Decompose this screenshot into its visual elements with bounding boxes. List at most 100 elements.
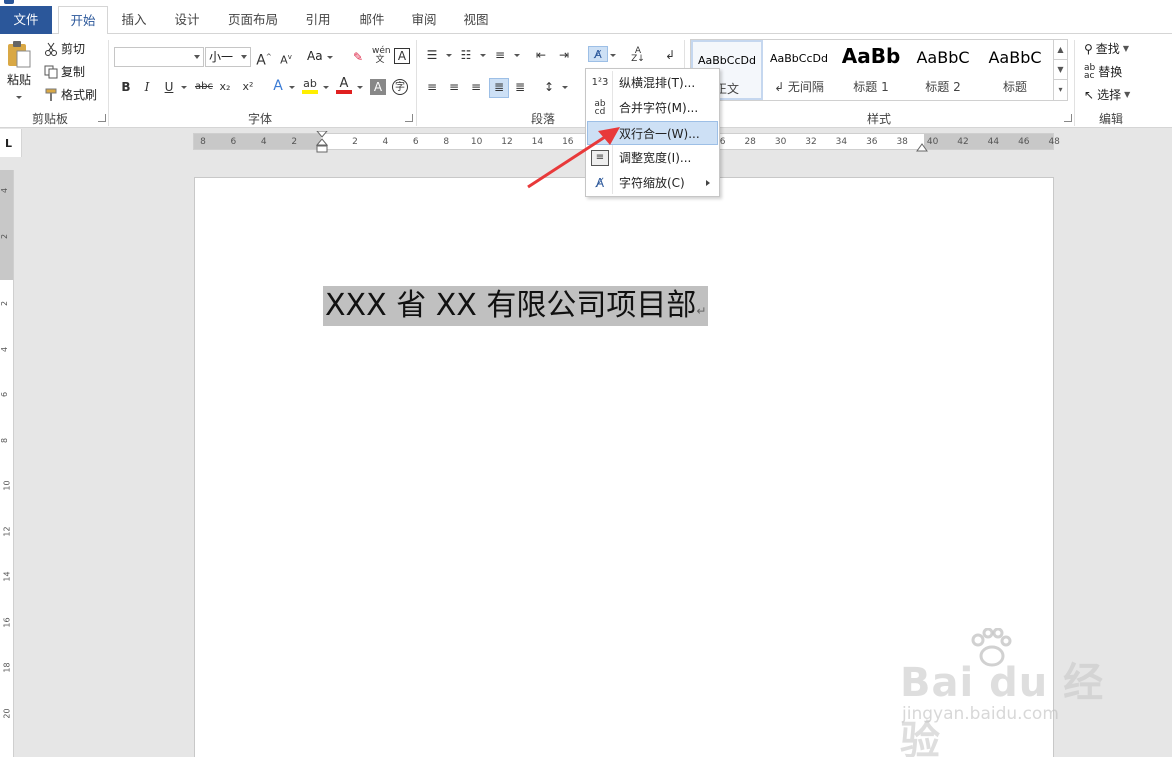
watermark-url: jingyan.baidu.com bbox=[902, 704, 1059, 724]
tab-home[interactable]: 开始 bbox=[58, 6, 108, 35]
style-tile[interactable]: AaBb 标题 1 bbox=[835, 40, 907, 100]
copy-label: 复制 bbox=[61, 65, 86, 79]
tab-file[interactable]: 文件 bbox=[0, 6, 52, 34]
numbering-dropdown-icon[interactable] bbox=[480, 54, 486, 57]
style-name: ↲ 无间隔 bbox=[774, 80, 824, 94]
font-color-dropdown-icon[interactable] bbox=[357, 86, 363, 89]
align-center-icon[interactable]: ≡ bbox=[446, 79, 462, 95]
enclose-characters-icon[interactable]: 字 bbox=[392, 79, 408, 95]
vertical-horizontal-icon: 1²3 bbox=[591, 77, 609, 88]
find-button[interactable]: ⚲ 查找 ▼ bbox=[1084, 40, 1129, 57]
ruler-tick: 48 bbox=[1048, 137, 1060, 147]
bold-button[interactable]: B bbox=[118, 79, 134, 95]
align-right-icon[interactable]: ≡ bbox=[468, 79, 484, 95]
font-size-combo[interactable]: 小一 bbox=[205, 47, 251, 67]
line-spacing-icon[interactable]: ↕ bbox=[541, 79, 557, 95]
tab-page-layout[interactable]: 页面布局 bbox=[222, 6, 284, 34]
distributed-icon[interactable]: ≣ bbox=[512, 79, 528, 95]
text-effects-dropdown-icon[interactable] bbox=[289, 86, 295, 89]
bullets-icon[interactable]: ☰ bbox=[424, 47, 440, 63]
ruler-tick: 18 bbox=[2, 662, 12, 673]
align-left-icon[interactable]: ≡ bbox=[424, 79, 440, 95]
more-styles-icon[interactable]: ▾ bbox=[1054, 80, 1067, 100]
style-sample: AaBbC bbox=[916, 48, 970, 67]
subscript-button[interactable]: x₂ bbox=[217, 79, 233, 95]
ruler-tick: 2 bbox=[291, 137, 298, 147]
phonetic-guide-icon[interactable]: wén 文 bbox=[372, 47, 391, 65]
asian-layout-button[interactable]: A̸ bbox=[588, 46, 608, 62]
tab-review[interactable]: 审阅 bbox=[402, 6, 446, 34]
sort-icon[interactable]: A Z↓ bbox=[630, 47, 646, 64]
bullets-dropdown-icon[interactable] bbox=[446, 54, 452, 57]
underline-button[interactable]: U bbox=[161, 79, 177, 95]
highlight-color-icon[interactable]: ab bbox=[302, 78, 318, 94]
justify-icon[interactable]: ≣ bbox=[489, 78, 509, 98]
ruler-tick: 30 bbox=[774, 137, 787, 147]
paragraph-mark: ↵ bbox=[696, 304, 707, 318]
underline-dropdown-icon[interactable] bbox=[181, 86, 187, 89]
select-label: 选择 bbox=[1097, 88, 1122, 102]
character-shading-icon[interactable]: A bbox=[370, 79, 386, 95]
superscript-button[interactable]: x² bbox=[240, 79, 256, 95]
binoculars-icon: ⚲ bbox=[1084, 41, 1093, 56]
decrease-indent-icon[interactable]: ⇤ bbox=[533, 47, 549, 63]
tab-view[interactable]: 视图 bbox=[454, 6, 498, 34]
increase-indent-icon[interactable]: ⇥ bbox=[556, 47, 572, 63]
clipboard-launcher-icon[interactable] bbox=[98, 114, 106, 122]
clear-formatting-icon[interactable]: ✎ bbox=[350, 49, 366, 65]
line-spacing-dropdown-icon[interactable] bbox=[562, 86, 568, 89]
italic-button[interactable]: I bbox=[139, 79, 155, 95]
copy-button[interactable]: 复制 bbox=[44, 63, 85, 80]
font-color-icon[interactable]: A bbox=[336, 77, 352, 94]
tab-design[interactable]: 设计 bbox=[164, 6, 210, 34]
top-margin-area bbox=[0, 170, 13, 280]
ruler-tick: 4 bbox=[260, 137, 267, 147]
indent-marker-icon[interactable] bbox=[316, 131, 328, 155]
scroll-up-icon[interactable]: ▲ bbox=[1054, 40, 1067, 60]
selected-text[interactable]: XXX 省 XX 有限公司项目部↵ bbox=[323, 286, 709, 326]
strikethrough-button[interactable]: abc bbox=[194, 79, 214, 95]
change-case-button[interactable]: Aa bbox=[307, 49, 323, 63]
vertical-ruler[interactable]: 4 2 2 4 6 8 10 12 14 16 18 20 bbox=[0, 170, 14, 757]
tab-selector[interactable]: L bbox=[0, 129, 22, 157]
annotation-arrow bbox=[527, 127, 620, 189]
replace-button[interactable]: ab ac 替换 bbox=[1084, 63, 1122, 80]
multilevel-list-icon[interactable]: ≡ bbox=[492, 47, 508, 63]
paste-button[interactable]: 粘贴 bbox=[6, 40, 32, 88]
character-border-icon[interactable]: A bbox=[394, 48, 410, 64]
style-tile[interactable]: AaBbCcDd ↲ 无间隔 bbox=[763, 40, 835, 100]
style-tile[interactable]: AaBbC 标题 2 bbox=[907, 40, 979, 100]
font-name-combo[interactable] bbox=[114, 47, 204, 67]
asian-layout-dropdown-icon[interactable] bbox=[610, 54, 616, 57]
ruler-tick: 6 bbox=[0, 391, 10, 398]
cut-button[interactable]: 剪切 bbox=[44, 40, 85, 57]
tab-references[interactable]: 引用 bbox=[296, 6, 340, 34]
styles-launcher-icon[interactable] bbox=[1064, 114, 1072, 122]
text-effects-icon[interactable]: A bbox=[270, 78, 286, 94]
font-launcher-icon[interactable] bbox=[405, 114, 413, 122]
select-button[interactable]: ↖ 选择 ▼ bbox=[1084, 86, 1130, 103]
change-case-dropdown-icon[interactable] bbox=[327, 56, 333, 59]
numbering-icon[interactable]: ☷ bbox=[458, 47, 474, 63]
paste-dropdown-icon[interactable] bbox=[16, 96, 22, 99]
word-logo-icon bbox=[4, 0, 14, 4]
shrink-font-icon[interactable]: Av bbox=[278, 49, 294, 67]
style-sample: AaBb bbox=[841, 44, 901, 68]
style-sample: AaBbC bbox=[988, 48, 1042, 67]
tab-insert[interactable]: 插入 bbox=[112, 6, 156, 34]
ruler-tick: 20 bbox=[2, 707, 12, 719]
scroll-down-icon[interactable]: ▼ bbox=[1054, 60, 1067, 80]
ruler-tick: 14 bbox=[2, 571, 12, 582]
menu-item-label: 合并字符(M)... bbox=[619, 101, 699, 115]
style-tile[interactable]: AaBbC 标题 bbox=[979, 40, 1051, 100]
ruler-tick: 4 bbox=[0, 187, 10, 194]
grow-font-icon[interactable]: A^ bbox=[256, 49, 272, 69]
highlight-dropdown-icon[interactable] bbox=[323, 86, 329, 89]
tab-mailings[interactable]: 邮件 bbox=[350, 6, 394, 34]
show-marks-icon[interactable]: ↲ bbox=[662, 47, 678, 63]
multilevel-dropdown-icon[interactable] bbox=[514, 54, 520, 57]
format-painter-button[interactable]: 格式刷 bbox=[44, 86, 97, 103]
chevron-down-icon bbox=[241, 55, 247, 59]
menu-item-vertical-horizontal[interactable]: 1²3 纵横混排(T)... bbox=[587, 71, 718, 95]
combine-characters-icon: ab cd bbox=[594, 99, 606, 117]
